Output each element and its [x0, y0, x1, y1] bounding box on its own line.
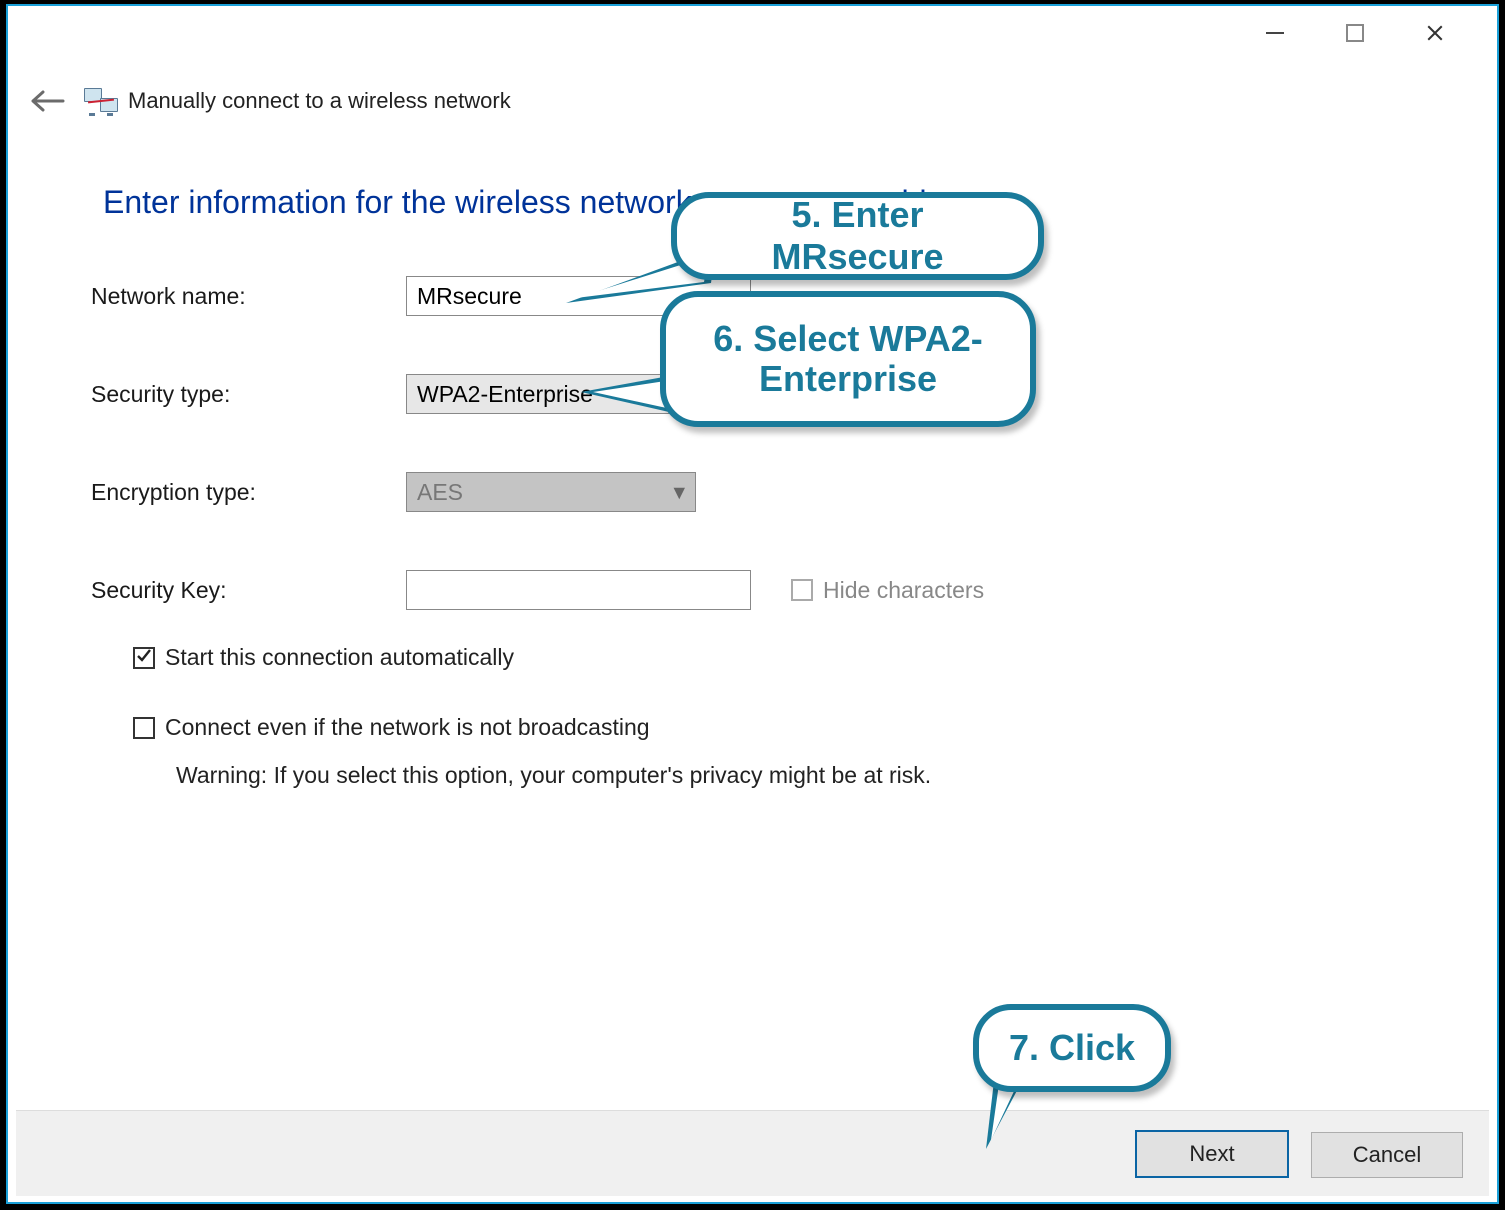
check-icon — [136, 647, 152, 663]
callout-5-text: 5. Enter MRsecure — [705, 194, 1010, 278]
close-icon — [1426, 24, 1444, 42]
network-name-value: MRsecure — [417, 283, 522, 310]
auto-connect-label: Start this connection automatically — [165, 644, 514, 671]
row-broadcast: Connect even if the network is not broad… — [133, 714, 650, 741]
broadcast-label: Connect even if the network is not broad… — [165, 714, 650, 741]
cancel-button[interactable]: Cancel — [1311, 1132, 1463, 1178]
titlebar — [6, 4, 1499, 59]
footer: Next Cancel — [16, 1110, 1489, 1196]
broadcast-warning: Warning: If you select this option, your… — [176, 762, 931, 789]
encryption-type-value: AES — [417, 479, 463, 506]
label-network-name: Network name: — [91, 283, 406, 310]
encryption-type-select: AES ▾ — [406, 472, 696, 512]
back-button[interactable] — [26, 79, 70, 123]
hide-characters-checkbox — [791, 579, 813, 601]
wizard-header: Manually connect to a wireless network — [26, 76, 1479, 126]
window-close-button[interactable] — [1407, 18, 1463, 48]
chevron-down-icon: ▾ — [673, 479, 685, 506]
back-arrow-icon — [31, 90, 65, 112]
row-auto-connect: Start this connection automatically — [133, 644, 514, 671]
callout-6: 6. Select WPA2-Enterprise — [660, 291, 1036, 427]
security-type-value: WPA2-Enterprise — [417, 381, 593, 408]
callout-7: 7. Click — [973, 1004, 1171, 1092]
window-maximize-button[interactable] — [1327, 18, 1383, 48]
hide-characters-label: Hide characters — [823, 577, 984, 604]
broadcast-checkbox[interactable] — [133, 717, 155, 739]
security-key-input[interactable] — [406, 570, 751, 610]
wizard-title: Manually connect to a wireless network — [128, 88, 511, 114]
label-encryption-type: Encryption type: — [91, 479, 406, 506]
callout-6-text: 6. Select WPA2-Enterprise — [694, 319, 1002, 398]
next-button-label: Next — [1189, 1141, 1234, 1167]
row-encryption-type: Encryption type: AES ▾ — [91, 470, 1419, 514]
window-frame: Manually connect to a wireless network E… — [0, 0, 1505, 1210]
callout-5: 5. Enter MRsecure — [671, 192, 1044, 280]
hide-characters-wrap: Hide characters — [791, 577, 984, 604]
cancel-button-label: Cancel — [1353, 1142, 1421, 1168]
callout-7-text: 7. Click — [1009, 1027, 1135, 1069]
network-wizard-icon — [84, 86, 118, 116]
auto-connect-checkbox[interactable] — [133, 647, 155, 669]
label-security-type: Security type: — [91, 381, 406, 408]
next-button[interactable]: Next — [1135, 1130, 1289, 1178]
row-security-key: Security Key: Hide characters — [91, 568, 1419, 612]
label-security-key: Security Key: — [91, 577, 406, 604]
window-minimize-button[interactable] — [1247, 18, 1303, 48]
